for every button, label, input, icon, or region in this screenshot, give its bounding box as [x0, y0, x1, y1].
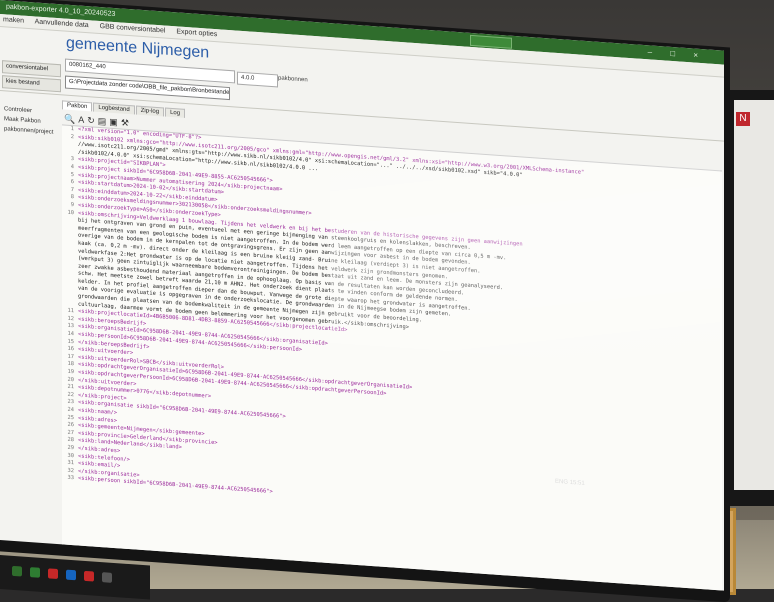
taskbar-app-icon[interactable]	[66, 569, 76, 581]
tab-log[interactable]: Log	[165, 107, 186, 118]
menu-maken[interactable]: maken	[3, 16, 24, 24]
line-number	[62, 148, 74, 149]
menu-aanvullende-data[interactable]: Aanvullende data	[35, 18, 89, 29]
line-number	[62, 300, 74, 301]
taskbar-app-icon[interactable]	[48, 568, 58, 580]
line-number	[62, 285, 74, 286]
line-number: 33	[67, 475, 75, 482]
tab-zip-log[interactable]: Zip-log	[135, 105, 165, 117]
line-number	[62, 216, 74, 217]
folder-icon[interactable]: ▤	[98, 116, 110, 127]
line-number	[62, 141, 74, 142]
side-action-list: Controleer Maak Pakbon pakbonnen/project	[0, 104, 60, 138]
xml-viewer[interactable]: 1 <?xml version="1.0" encoding="UTF-8"?> 2…	[62, 124, 722, 591]
start-icon[interactable]	[12, 565, 22, 577]
tray-lang: ENG	[555, 478, 569, 486]
tab-pakbon[interactable]: Pakbon	[62, 100, 93, 112]
tab-logbestand[interactable]: Logbestand	[93, 102, 135, 115]
line-number	[62, 239, 74, 240]
taskbar-app-icon[interactable]	[84, 570, 94, 582]
taskbar-app-icon[interactable]	[30, 567, 40, 578]
line-number	[62, 232, 74, 233]
kies-bestand-button[interactable]: kies bestand	[2, 75, 61, 93]
save-icon[interactable]: ▣	[109, 117, 121, 128]
line-number	[62, 262, 74, 263]
second-monitor-screen	[734, 100, 774, 490]
conversiontabel-button[interactable]: conversiontabel	[2, 60, 61, 78]
line-number	[62, 270, 74, 271]
version-select[interactable]: 4.0.0	[237, 71, 278, 88]
text-icon[interactable]: A	[78, 114, 87, 125]
line-number	[62, 224, 74, 225]
line-number	[62, 254, 74, 255]
wrench-icon[interactable]: ⚒	[121, 117, 132, 128]
line-number	[62, 277, 74, 278]
monitor-screen: pakbon-exporter 4.0_10_20240523 – □ × ma…	[0, 0, 724, 591]
left-panel: conversiontabel kies bestand	[0, 60, 61, 94]
taskbar-app-icon[interactable]	[102, 572, 112, 583]
tray-time: 15:51	[569, 479, 585, 487]
second-monitor-logo: N	[736, 112, 750, 126]
menu-export-opties[interactable]: Export opties	[176, 28, 217, 38]
version-select-label: pakbonnen	[278, 75, 308, 84]
line-number	[62, 247, 74, 248]
menu-gbb-conversiontabel[interactable]: GBB conversiontabel	[100, 23, 166, 35]
binoculars-icon[interactable]: 🔍	[64, 113, 78, 124]
line-number	[62, 292, 74, 293]
refresh-icon[interactable]: ↻	[87, 115, 98, 126]
